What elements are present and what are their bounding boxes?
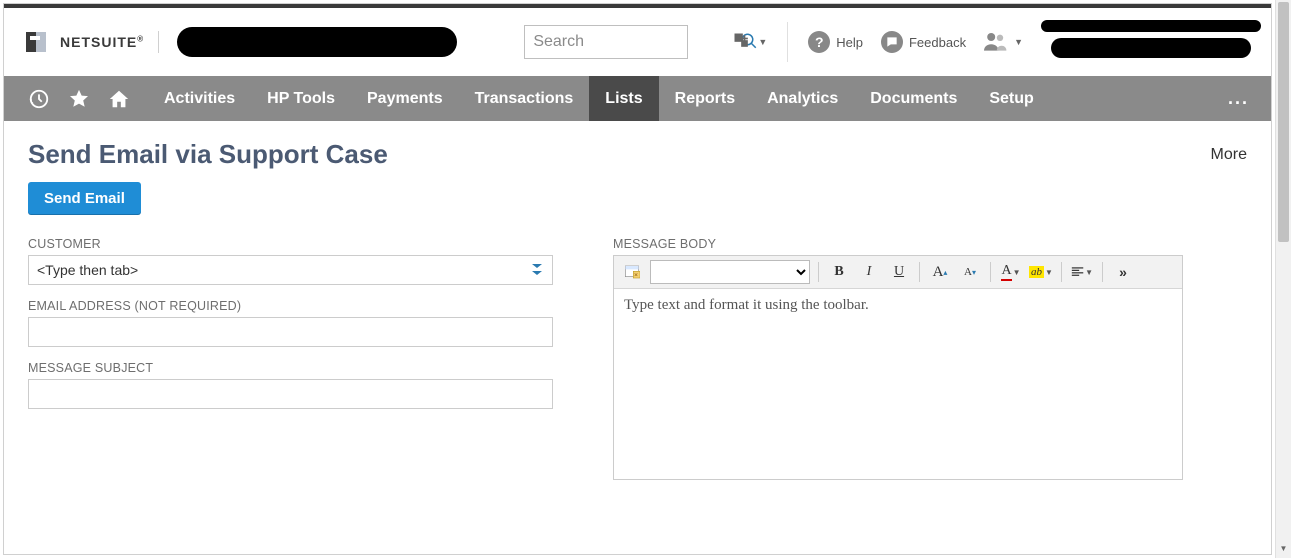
toolbar-separator — [1061, 262, 1062, 282]
nav-item-hp-tools[interactable]: HP Tools — [251, 76, 351, 121]
font-color-button[interactable]: A▼ — [999, 261, 1023, 283]
toolbar-separator — [1102, 262, 1103, 282]
underline-button[interactable]: U — [887, 261, 911, 283]
shortcuts-star-icon[interactable] — [66, 86, 92, 112]
scroll-thumb[interactable] — [1278, 2, 1289, 242]
nav-item-setup[interactable]: Setup — [973, 76, 1049, 121]
feedback-label: Feedback — [909, 35, 966, 50]
header-divider — [787, 22, 788, 62]
feedback-link[interactable]: Feedback — [881, 31, 966, 53]
form-grid: CUSTOMER <Type then tab> EMAIL ADDRESS (… — [28, 237, 1247, 480]
page-content: Send Email via Support Case More Send Em… — [4, 121, 1271, 480]
letter-a-icon: A — [964, 266, 972, 278]
toolbar-more-button[interactable]: » — [1111, 261, 1135, 283]
netsuite-logo-icon — [24, 28, 52, 56]
nav-item-lists[interactable]: Lists — [589, 76, 658, 121]
editor-body[interactable]: Type text and format it using the toolba… — [614, 289, 1182, 479]
rich-text-editor: B I U A▴ A▾ A▼ ab▼ ▼ — [613, 255, 1183, 480]
nav-item-transactions[interactable]: Transactions — [459, 76, 590, 121]
page-header: Send Email via Support Case More — [28, 139, 1247, 170]
body-label: MESSAGE BODY — [613, 237, 1183, 251]
toolbar-separator — [818, 262, 819, 282]
caret-down-icon: ▼ — [758, 37, 767, 47]
subject-field: MESSAGE SUBJECT — [28, 361, 553, 409]
email-field: EMAIL ADDRESS (NOT REQUIRED) — [28, 299, 553, 347]
page-title: Send Email via Support Case — [28, 139, 388, 170]
global-search — [524, 25, 688, 59]
header-right: ▼ ? Help Feedback ▼ — [732, 20, 1261, 64]
create-new-icon — [732, 31, 752, 54]
subject-input[interactable] — [28, 379, 553, 409]
header-separator — [158, 31, 159, 53]
send-email-button[interactable]: Send Email — [28, 182, 141, 215]
users-icon — [984, 31, 1008, 54]
customer-placeholder: <Type then tab> — [37, 262, 138, 278]
recent-records-icon[interactable] — [26, 86, 52, 112]
page-more-link[interactable]: More — [1211, 146, 1247, 164]
header: NETSUITE® ▼ ? Help — [4, 8, 1271, 76]
help-icon: ? — [808, 31, 830, 53]
search-input[interactable] — [533, 33, 740, 51]
subject-label: MESSAGE SUBJECT — [28, 361, 553, 375]
editor-toolbar: B I U A▴ A▾ A▼ ab▼ ▼ — [614, 256, 1182, 289]
email-label: EMAIL ADDRESS (NOT REQUIRED) — [28, 299, 553, 313]
search-box[interactable] — [524, 25, 688, 59]
italic-button[interactable]: I — [857, 261, 881, 283]
main-nav: ActivitiesHP ToolsPaymentsTransactionsLi… — [4, 76, 1271, 121]
feedback-icon — [881, 31, 903, 53]
toolbar-separator — [919, 262, 920, 282]
highlight-icon: ab — [1029, 266, 1044, 278]
nav-item-documents[interactable]: Documents — [854, 76, 973, 121]
redacted-user — [1041, 20, 1261, 64]
home-icon[interactable] — [106, 86, 132, 112]
nav-item-analytics[interactable]: Analytics — [751, 76, 854, 121]
caret-down-icon: ▼ — [1014, 37, 1023, 47]
nav-item-activities[interactable]: Activities — [148, 76, 251, 121]
help-link[interactable]: ? Help — [808, 31, 863, 53]
bold-button[interactable]: B — [827, 261, 851, 283]
create-new-menu[interactable]: ▼ — [732, 31, 767, 54]
nav-item-payments[interactable]: Payments — [351, 76, 459, 121]
brand-name: NETSUITE® — [60, 34, 144, 50]
source-view-icon[interactable] — [620, 261, 644, 283]
form-left-column: CUSTOMER <Type then tab> EMAIL ADDRESS (… — [28, 237, 553, 480]
brand-logo[interactable]: NETSUITE® — [24, 28, 144, 56]
customer-label: CUSTOMER — [28, 237, 553, 251]
nav-icon-group — [4, 76, 148, 121]
email-input[interactable] — [28, 317, 553, 347]
window-vertical-scrollbar[interactable]: ▲ ▼ — [1275, 0, 1291, 558]
app-frame: NETSUITE® ▼ ? Help — [3, 3, 1272, 555]
customer-field: CUSTOMER <Type then tab> — [28, 237, 553, 285]
font-size-decrease-button[interactable]: A▾ — [958, 261, 982, 283]
redacted-account — [177, 27, 457, 57]
font-size-increase-button[interactable]: A▴ — [928, 261, 952, 283]
customer-picker[interactable]: <Type then tab> — [28, 255, 553, 285]
highlight-color-button[interactable]: ab▼ — [1029, 261, 1053, 283]
font-family-select[interactable] — [650, 260, 810, 284]
picker-toggle-icon[interactable] — [530, 262, 544, 278]
font-color-icon: A — [1001, 263, 1011, 281]
nav-overflow[interactable]: ... — [1206, 76, 1271, 121]
toolbar-separator — [990, 262, 991, 282]
nav-items: ActivitiesHP ToolsPaymentsTransactionsLi… — [148, 76, 1050, 121]
help-label: Help — [836, 35, 863, 50]
letter-a-icon: A — [933, 264, 944, 281]
form-right-column: MESSAGE BODY B I U A▴ A▾ — [613, 237, 1183, 480]
scroll-down-arrow[interactable]: ▼ — [1276, 544, 1291, 558]
nav-item-reports[interactable]: Reports — [659, 76, 751, 121]
align-button[interactable]: ▼ — [1070, 261, 1094, 283]
role-switcher[interactable]: ▼ — [984, 31, 1023, 54]
